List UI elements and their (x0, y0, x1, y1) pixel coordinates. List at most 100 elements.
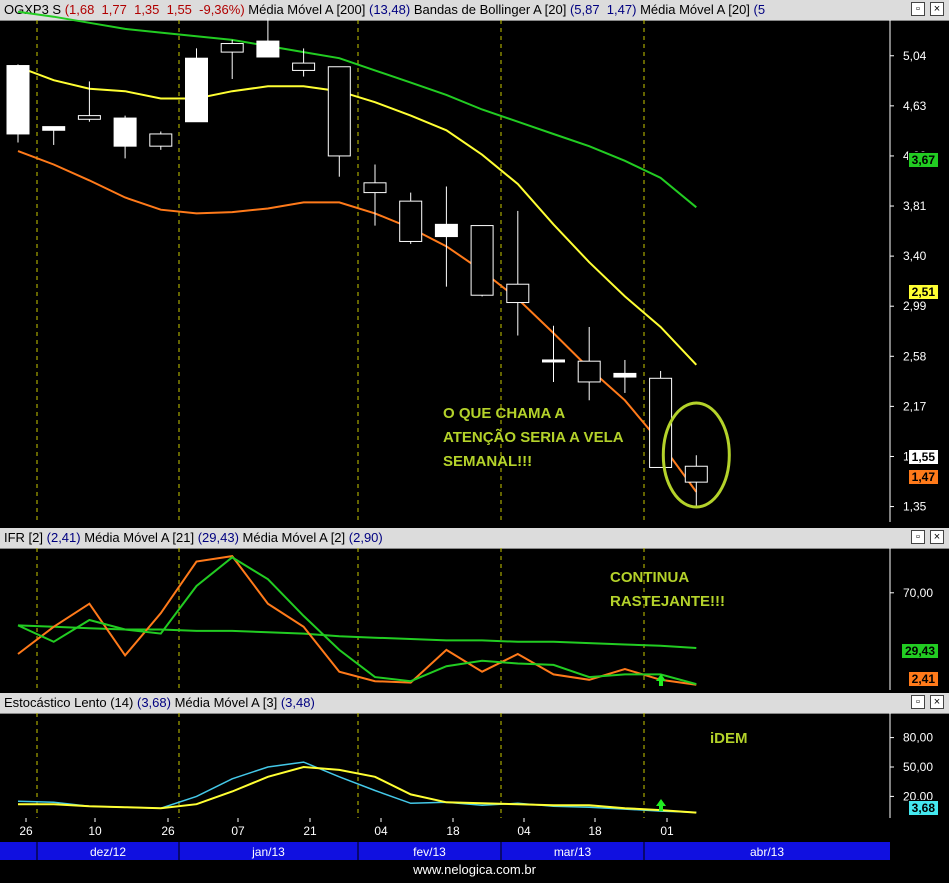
ifr-ma21-badge: 29,43 (900, 643, 939, 659)
x-tick-label: 01 (660, 824, 674, 838)
close-icon[interactable]: × (930, 530, 944, 544)
footer-credit: www.nelogica.com.br (413, 862, 536, 877)
ma200-values: (13,48) (368, 2, 411, 17)
ifr-ma21-label: Média Móvel A [21] (84, 530, 195, 545)
ma200-line (17, 10, 697, 209)
ifr-ma2-value: (2,90) (348, 530, 383, 545)
candle-body (649, 377, 673, 468)
candle-body (327, 66, 351, 157)
candle-body (542, 359, 565, 363)
price-tick-label: 4,63 (903, 99, 927, 113)
candle-body (256, 40, 280, 58)
x-tick-label: 04 (374, 824, 388, 838)
sto-ma-value: (3,48) (280, 695, 315, 710)
candle-body (113, 117, 137, 147)
month-label: abr/13 (750, 845, 784, 859)
ifr-ma21-value: (29,43) (197, 530, 239, 545)
price-tick-label: 2,99 (903, 299, 927, 313)
ohlc-values: (1,68 1,77 1,35 1,55 -9,36%) (64, 2, 245, 17)
annotation-line: RASTEJANTE!!! (610, 593, 725, 610)
sto-tick-label: 80,00 (903, 731, 933, 745)
x-tick-label: 07 (231, 824, 245, 838)
price-tick-label: 5,04 (903, 49, 927, 63)
candle-body (577, 360, 601, 383)
ifr-line (17, 555, 697, 686)
month-label: jan/13 (251, 845, 285, 859)
sto-ma3-line (18, 765, 697, 814)
candle-body (220, 43, 244, 53)
sto-panel-header: Estocástico Lento (14) (3,68) Média Móve… (0, 693, 949, 714)
bollinger-band-line (17, 65, 698, 366)
candle-body (42, 126, 66, 131)
ifr-tick-label: 70,00 (903, 586, 933, 600)
candle-body (363, 182, 387, 194)
ifr-ma2-label: Média Móvel A [2] (242, 530, 346, 545)
price-tick-label: 3,40 (903, 249, 927, 263)
close-icon[interactable]: × (930, 695, 944, 709)
candle-body (684, 465, 708, 483)
restore-icon[interactable]: ▫ (911, 2, 925, 16)
up-arrow-icon (656, 799, 666, 811)
ma20-values: (5 (753, 2, 766, 17)
month-label: dez/12 (90, 845, 126, 859)
ifr-ma21-line (17, 624, 697, 649)
annotation-line: O QUE CHAMA A (443, 405, 566, 422)
candle-body (149, 133, 173, 147)
close-icon[interactable]: × (930, 2, 944, 16)
ma20-label: Média Móvel A [20] (640, 2, 750, 17)
ma200-label: Média Móvel A [200] (248, 2, 366, 17)
candle-body (506, 283, 530, 304)
x-tick-label: 10 (88, 824, 102, 838)
x-tick-label: 26 (19, 824, 33, 838)
ifr-ma2-line (17, 556, 697, 686)
x-tick-label: 26 (161, 824, 175, 838)
sto-tick-label: 50,00 (903, 760, 933, 774)
up-arrow-icon (656, 674, 666, 686)
sto-badge: 3,68 (907, 800, 939, 816)
price-tick-label: 1,35 (903, 500, 927, 514)
candle-body (6, 65, 30, 135)
bollinger-badge: 2,51 (907, 284, 939, 300)
bollinger-label: Bandas de Bollinger A [20] (413, 2, 567, 17)
annotation-line: iDEM (710, 730, 748, 747)
highlight-circle (661, 401, 731, 509)
ticker-label: OGXP3 S (4, 2, 62, 17)
month-label: fev/13 (413, 845, 446, 859)
last-price-badge: 1,55 (907, 449, 939, 465)
restore-icon[interactable]: ▫ (911, 695, 925, 709)
x-tick-label: 04 (517, 824, 531, 838)
sto-line (17, 761, 697, 814)
price-tick-label: 2,17 (903, 399, 927, 413)
sto-value: (3,68) (136, 695, 171, 710)
annotation-line: ATENÇÃO SERIA A VELA (443, 429, 624, 446)
ma200-badge: 3,67 (907, 152, 939, 168)
ifr-label: IFR [2] (4, 530, 44, 545)
x-tick-label: 18 (588, 824, 602, 838)
bollinger-values: (5,87 1,47) (569, 2, 637, 17)
ifr-badge: 2,41 (907, 671, 939, 687)
annotation-line: CONTINUA (610, 569, 690, 586)
ifr-panel-header: IFR [2] (2,41) Média Móvel A [21] (29,43… (0, 528, 949, 549)
ifr-value: (2,41) (46, 530, 81, 545)
candle-body (77, 115, 101, 120)
ma20-badge: 1,47 (907, 469, 939, 485)
price-tick-label: 2,58 (903, 349, 927, 363)
candle-body (292, 62, 316, 71)
candle-body (613, 372, 637, 378)
price-tick-label: 3,81 (903, 199, 927, 213)
candle-body (470, 225, 494, 296)
candle-body (185, 57, 208, 123)
annotation-line: SEMANAL!!! (443, 453, 533, 470)
annotation-main: O QUE CHAMA A ATENÇÃO SERIA A VELA SEMAN… (443, 402, 624, 474)
restore-icon[interactable]: ▫ (911, 530, 925, 544)
x-tick-label: 18 (446, 824, 460, 838)
month-bar (0, 842, 890, 860)
price-panel-header: OGXP3 S (1,68 1,77 1,35 1,55 -9,36%) Méd… (0, 0, 949, 21)
candle-body (399, 200, 423, 242)
sto-label: Estocástico Lento (14) (4, 695, 134, 710)
candle-body (434, 223, 458, 238)
annotation-sto: iDEM (710, 727, 748, 751)
x-tick-label: 21 (303, 824, 317, 838)
sto-ma-label: Média Móvel A [3] (174, 695, 278, 710)
month-label: mar/13 (554, 845, 592, 859)
